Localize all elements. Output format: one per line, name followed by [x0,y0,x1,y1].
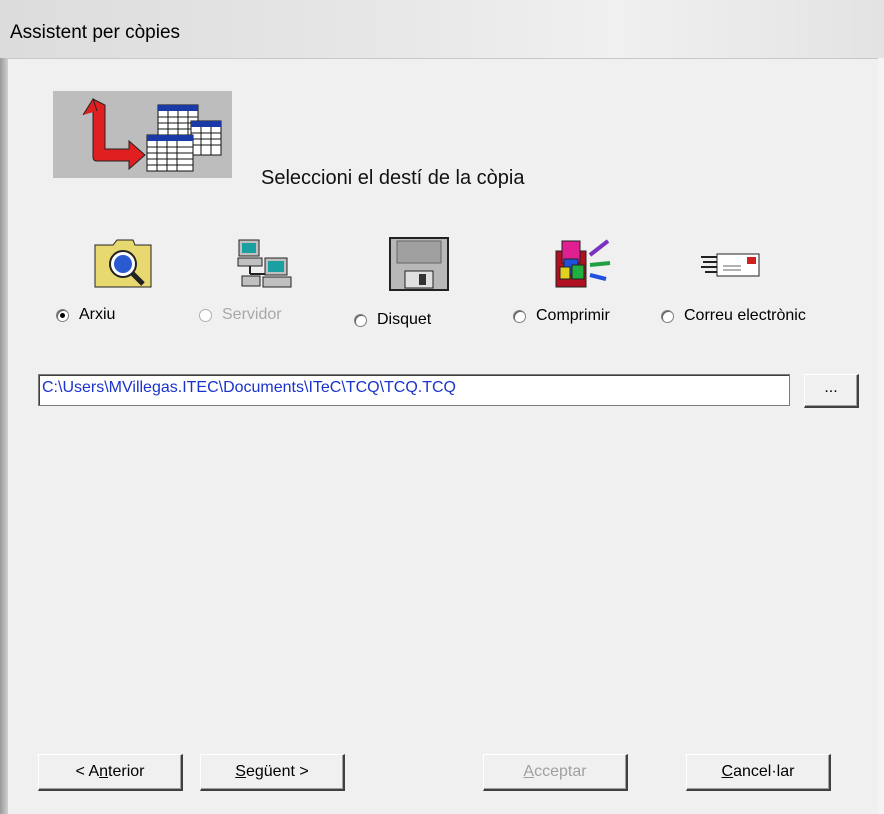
radio-button[interactable] [354,313,367,327]
cancel-label-accel: C [721,763,734,780]
back-label-post: terior [108,763,145,780]
radio-button-checked[interactable] [56,308,69,322]
browse-button[interactable]: ... [804,374,859,408]
folder-search-icon[interactable] [93,237,153,294]
floppy-disk-icon[interactable] [389,237,449,296]
next-button[interactable]: Següent > [200,754,345,791]
title-bar[interactable]: Assistent per còpies [0,0,884,59]
accept-label-post: cceptar [534,763,587,780]
page-heading: Seleccioni el destí de la còpia [261,167,525,189]
back-label-pre: < A [75,763,100,780]
radio-option-comprimir[interactable]: Comprimir [513,307,610,325]
window-left-border [0,58,8,814]
radio-button-disabled [199,308,212,322]
radio-option-arxiu[interactable]: Arxiu [56,306,115,324]
back-label-accel: n [99,763,109,780]
compress-boxes-icon[interactable] [552,233,614,296]
next-label-accel: S [235,763,246,780]
accept-button: Acceptar [483,754,628,791]
copy-wizard-banner-icon [53,91,232,178]
network-computers-icon [237,238,293,295]
radio-label: Disquet [377,311,432,328]
radio-label: Servidor [222,306,282,323]
cancel-label-post: ancel·lar [733,763,795,780]
accept-label-accel: A [523,763,535,780]
radio-button[interactable] [513,309,526,323]
email-envelope-icon[interactable] [701,252,761,283]
cancel-button[interactable]: Cancel·lar [686,754,831,791]
radio-option-correu[interactable]: Correu electrònic [661,307,806,325]
radio-label: Arxiu [79,306,116,323]
copy-arrow-tables-icon [82,97,222,172]
window-right-border [878,58,884,814]
radio-button[interactable] [661,309,674,323]
back-button[interactable]: < An terior [38,754,183,791]
destination-path-input[interactable]: C:\Users\MVillegas.ITEC\Documents\ITeC\T… [38,374,790,406]
radio-option-servidor: Servidor [199,306,282,324]
next-label-post: egüent > [245,763,309,780]
radio-label: Comprimir [536,307,610,324]
window-title: Assistent per còpies [10,22,181,43]
radio-option-disquet[interactable]: Disquet [354,311,431,329]
radio-label: Correu electrònic [684,307,806,324]
dialog-window: Assistent per còpies Seleccioni el destí… [0,0,884,814]
